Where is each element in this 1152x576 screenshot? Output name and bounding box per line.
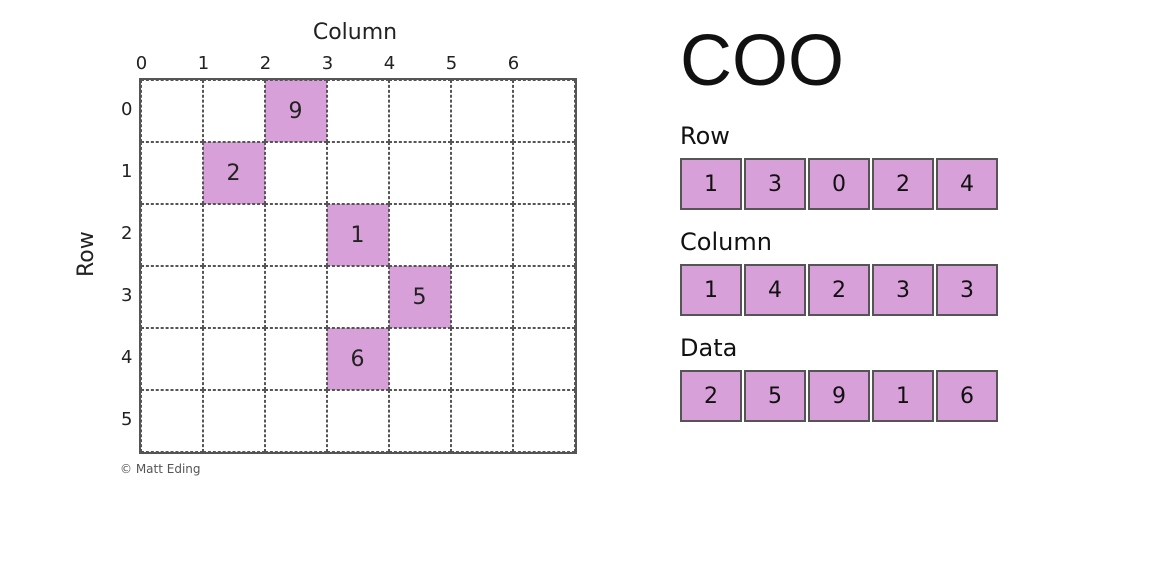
matrix-cell xyxy=(141,80,203,142)
array-cell: 1 xyxy=(680,158,742,210)
matrix-cell: 5 xyxy=(389,266,451,328)
matrix-cell xyxy=(265,142,327,204)
matrix-cell xyxy=(203,204,265,266)
matrix-cell: 2 xyxy=(203,142,265,204)
matrix-cell xyxy=(327,390,389,452)
row-indices: 012345 xyxy=(109,78,139,454)
matrix-cell xyxy=(327,142,389,204)
matrix-cell xyxy=(389,390,451,452)
row-array-row: 13024 xyxy=(680,158,1122,210)
col-array-section: Column 14233 xyxy=(680,228,1122,316)
matrix-cell xyxy=(513,328,575,390)
data-array-section: Data 25916 xyxy=(680,334,1122,422)
matrix-cell xyxy=(451,80,513,142)
matrix-cell xyxy=(513,204,575,266)
matrix-cell xyxy=(513,80,575,142)
array-cell: 4 xyxy=(936,158,998,210)
left-panel: Column Row 0123456 012345 92156 © Matt E… xyxy=(0,0,650,496)
col-index-label: 4 xyxy=(359,53,421,74)
col-index-label: 0 xyxy=(111,53,173,74)
matrix-cell xyxy=(265,266,327,328)
array-cell: 3 xyxy=(936,264,998,316)
col-index-label: 2 xyxy=(235,53,297,74)
col-index-label: 1 xyxy=(173,53,235,74)
row-index-label: 3 xyxy=(109,264,139,326)
row-index-label: 0 xyxy=(109,78,139,140)
col-index-label: 6 xyxy=(483,53,545,74)
col-indices: 0123456 xyxy=(111,53,577,78)
matrix-cell xyxy=(451,204,513,266)
matrix-cell: 6 xyxy=(327,328,389,390)
row-index-label: 2 xyxy=(109,202,139,264)
array-cell: 6 xyxy=(936,370,998,422)
matrix-cell xyxy=(327,80,389,142)
col-array-row: 14233 xyxy=(680,264,1122,316)
right-panel: COO Row 13024 Column 14233 Data 25916 xyxy=(650,0,1152,460)
matrix-grid: 92156 xyxy=(139,78,577,454)
row-array-section: Row 13024 xyxy=(680,122,1122,210)
matrix-wrapper: 0123456 012345 92156 xyxy=(109,53,577,454)
matrix-cell xyxy=(203,390,265,452)
row-array-label: Row xyxy=(680,122,1122,150)
array-cell: 3 xyxy=(744,158,806,210)
matrix-cell xyxy=(327,266,389,328)
coo-title: COO xyxy=(680,20,1122,102)
matrix-cell xyxy=(265,204,327,266)
matrix-cell xyxy=(451,266,513,328)
matrix-cell xyxy=(389,142,451,204)
array-cell: 4 xyxy=(744,264,806,316)
matrix-cell xyxy=(451,142,513,204)
matrix-area: Row 0123456 012345 92156 xyxy=(74,53,577,454)
matrix-cell xyxy=(265,390,327,452)
array-cell: 2 xyxy=(680,370,742,422)
array-cell: 9 xyxy=(808,370,870,422)
col-index-label: 3 xyxy=(297,53,359,74)
matrix-cell xyxy=(513,390,575,452)
matrix-cell: 9 xyxy=(265,80,327,142)
col-index-label: 5 xyxy=(421,53,483,74)
matrix-cell xyxy=(141,266,203,328)
matrix-cell xyxy=(451,390,513,452)
matrix-rows: 012345 92156 xyxy=(109,78,577,454)
matrix-cell xyxy=(451,328,513,390)
matrix-cell xyxy=(141,390,203,452)
array-cell: 0 xyxy=(808,158,870,210)
data-array-row: 25916 xyxy=(680,370,1122,422)
array-cell: 5 xyxy=(744,370,806,422)
matrix-cell xyxy=(203,266,265,328)
matrix-cell xyxy=(203,80,265,142)
array-cell: 1 xyxy=(872,370,934,422)
matrix-cell xyxy=(389,328,451,390)
matrix-cell xyxy=(389,204,451,266)
matrix-cell xyxy=(513,266,575,328)
col-array-label: Column xyxy=(680,228,1122,256)
matrix-cell xyxy=(513,142,575,204)
row-index-label: 5 xyxy=(109,388,139,450)
matrix-cell: 1 xyxy=(327,204,389,266)
array-cell: 1 xyxy=(680,264,742,316)
row-label-left: Row xyxy=(74,64,99,444)
matrix-cell xyxy=(141,204,203,266)
matrix-cell xyxy=(141,328,203,390)
row-index-label: 4 xyxy=(109,326,139,388)
matrix-cell xyxy=(389,80,451,142)
array-cell: 2 xyxy=(872,158,934,210)
matrix-cell xyxy=(203,328,265,390)
matrix-cell xyxy=(265,328,327,390)
col-label-top: Column xyxy=(313,20,397,45)
matrix-cell xyxy=(141,142,203,204)
data-array-label: Data xyxy=(680,334,1122,362)
array-cell: 2 xyxy=(808,264,870,316)
array-cell: 3 xyxy=(872,264,934,316)
copyright: © Matt Eding xyxy=(120,462,201,476)
row-index-label: 1 xyxy=(109,140,139,202)
